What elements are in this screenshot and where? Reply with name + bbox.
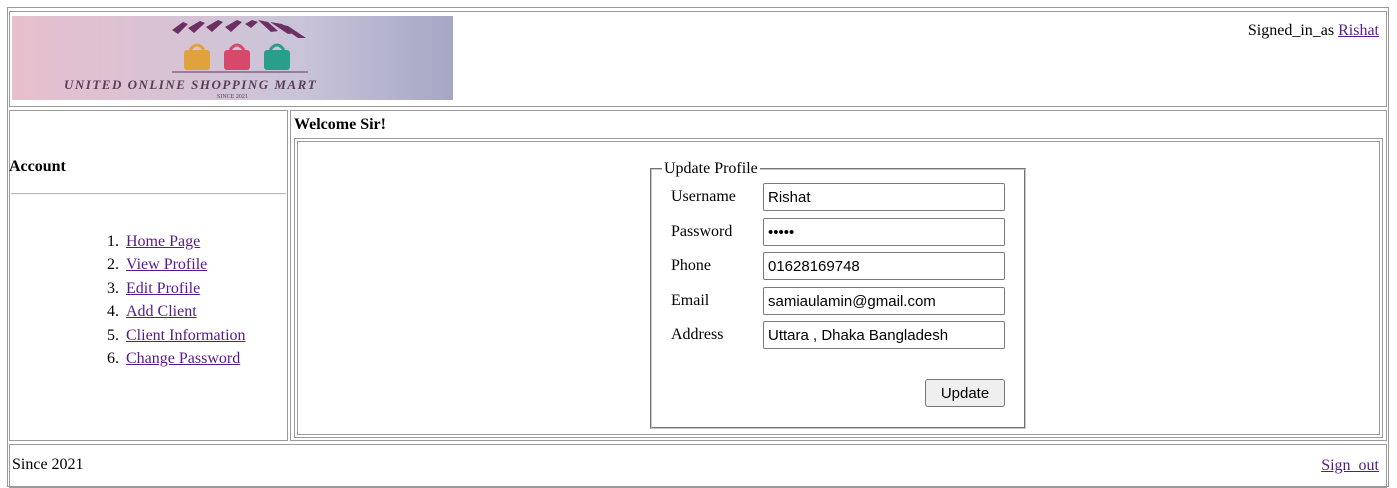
footer-cell <box>9 444 1387 488</box>
email-label: Email <box>671 292 710 309</box>
signed-in-label: Signed_in_as <box>1247 22 1335 39</box>
sidebar-divider <box>11 193 286 195</box>
svg-text:UNITED ONLINE SHOPPING MART: UNITED ONLINE SHOPPING MART <box>64 77 317 92</box>
menu-link-change-password[interactable]: Change Password <box>126 347 240 370</box>
sign-out-link[interactable]: Sign_out <box>1321 457 1379 475</box>
phone-input[interactable] <box>763 252 1005 280</box>
username-input[interactable] <box>763 183 1005 211</box>
menu-link-edit-profile[interactable]: Edit Profile <box>126 277 200 300</box>
sidebar-title: Account <box>9 158 66 175</box>
username-label: Username <box>671 188 736 205</box>
svg-text:SINCE 2021: SINCE 2021 <box>217 94 248 100</box>
welcome-heading: Welcome Sir! <box>294 116 386 133</box>
menu-link-client-information[interactable]: Client Information <box>126 324 246 347</box>
menu-link-add-client[interactable]: Add Client <box>126 300 197 323</box>
shop-awning-icon: UNITED ONLINE SHOPPING MART SINCE 2021 <box>64 20 317 100</box>
menu-link-view-profile[interactable]: View Profile <box>126 253 207 276</box>
form-legend: Update Profile <box>664 160 758 177</box>
address-input[interactable] <box>763 321 1005 349</box>
signed-in-info: Signed_in_as Rishat <box>1248 22 1379 40</box>
password-input[interactable] <box>763 218 1005 246</box>
phone-label: Phone <box>671 257 711 274</box>
password-label: Password <box>671 223 733 240</box>
site-logo: UNITED ONLINE SHOPPING MART SINCE 2021 <box>12 16 453 100</box>
email-input[interactable] <box>763 287 1005 315</box>
menu-link-home-page[interactable]: Home Page <box>126 230 200 253</box>
update-button[interactable]: Update <box>925 379 1005 407</box>
footer-since: Since 2021 <box>12 456 84 473</box>
signed-in-user-link[interactable]: Rishat <box>1338 22 1379 39</box>
address-label: Address <box>671 326 724 343</box>
